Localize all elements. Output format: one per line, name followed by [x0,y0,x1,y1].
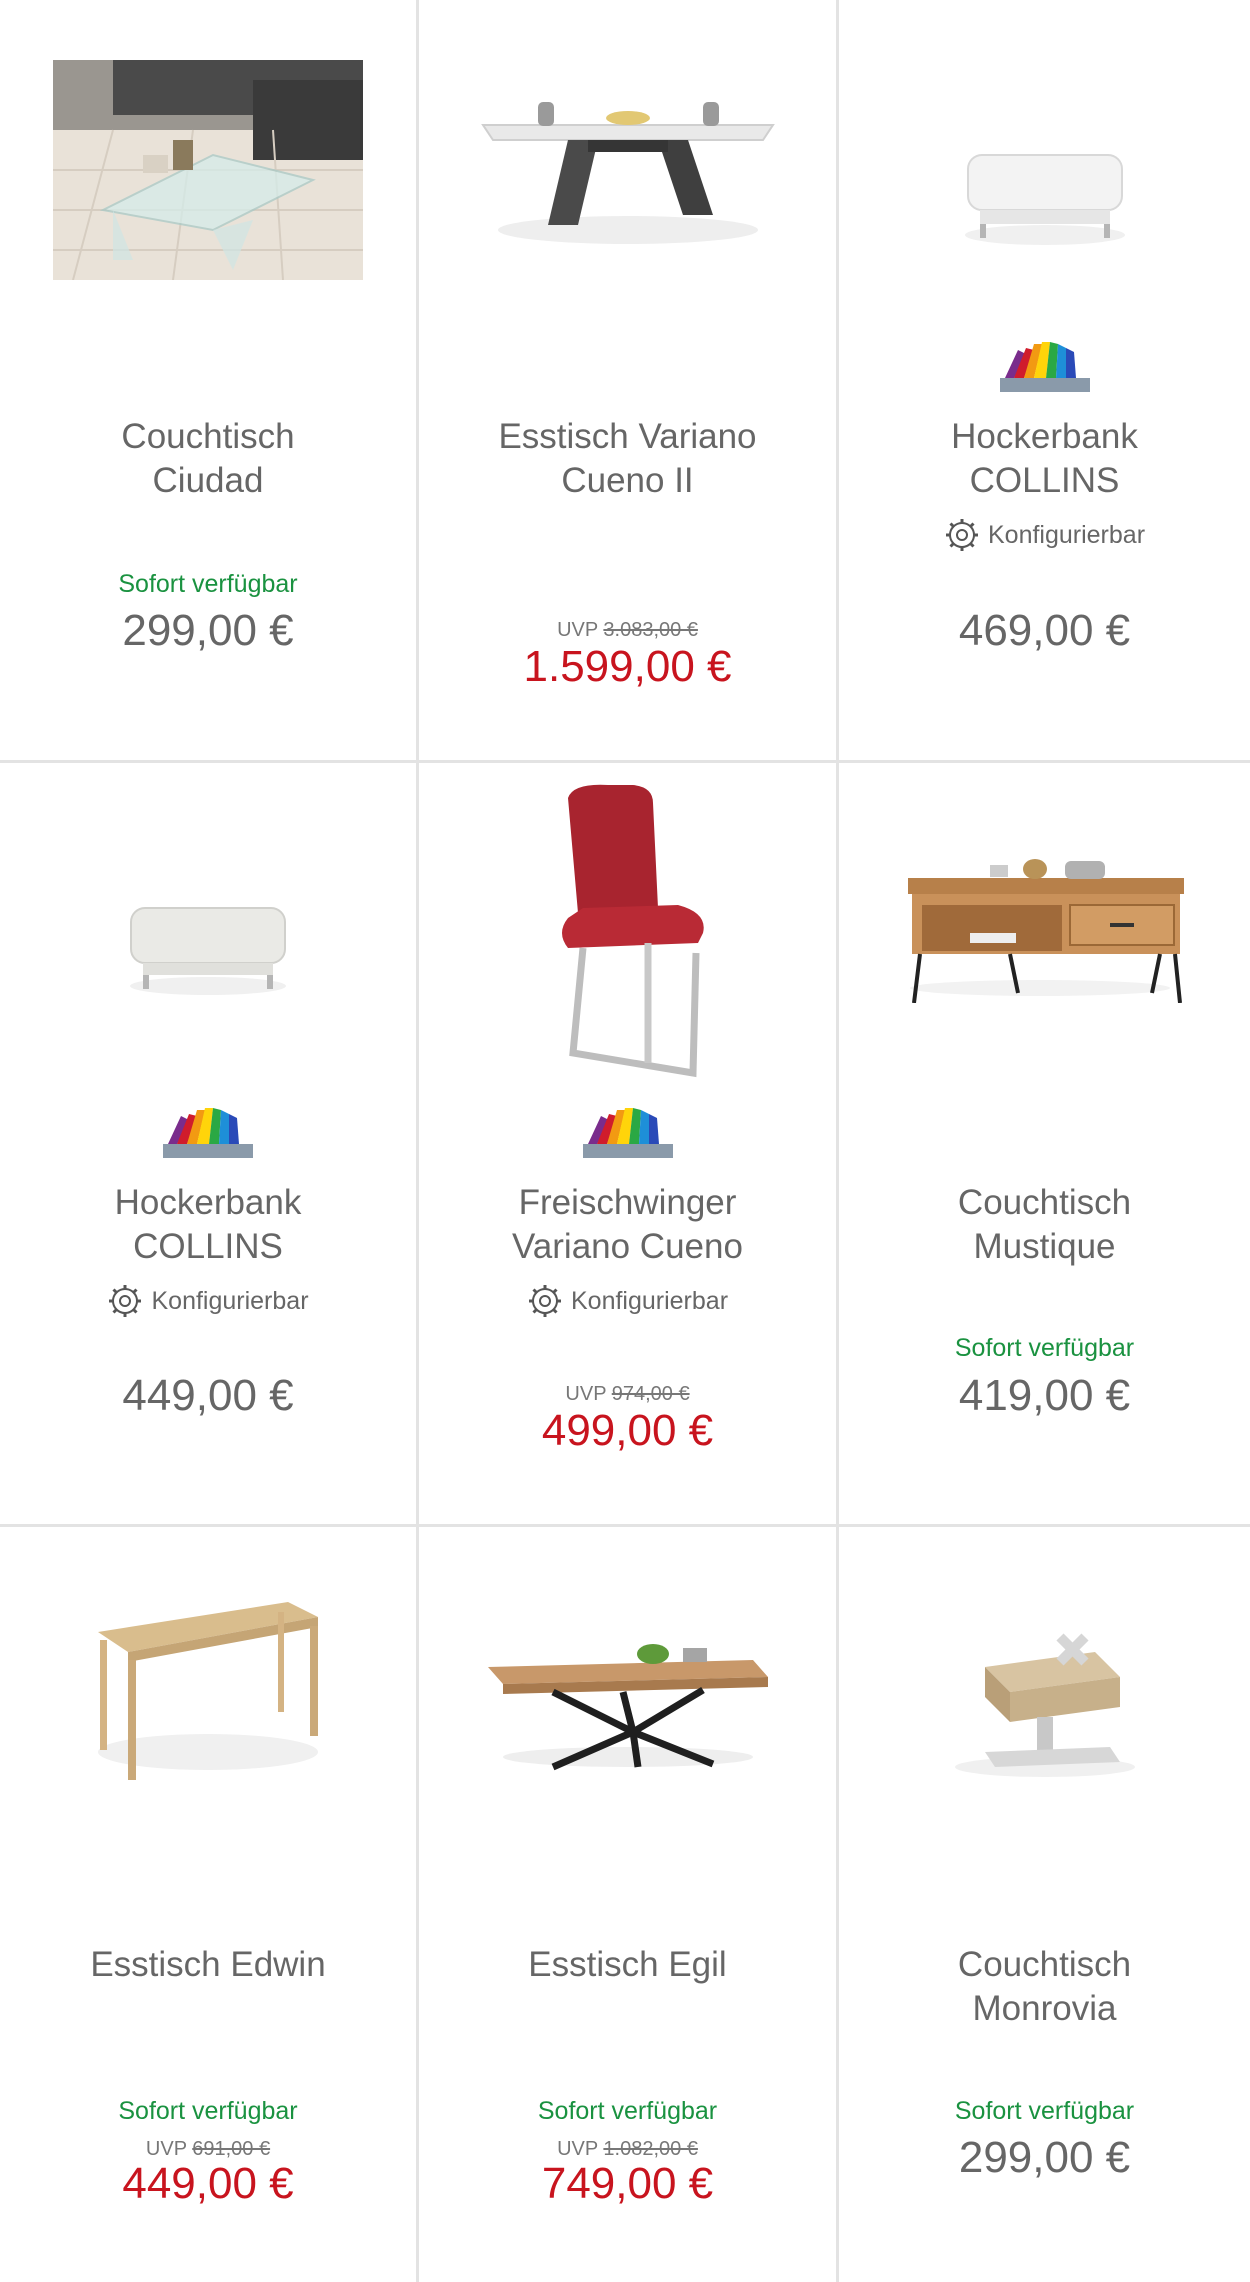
configurable-label: Konfigurierbar [839,517,1250,553]
color-fan-icon [163,1106,253,1163]
availability-label: Sofort verfügbar [118,2097,298,2125]
configurable-text: Konfigurierbar [987,520,1146,549]
product-image[interactable] [839,833,1250,1003]
product-title-line1[interactable]: Couchtisch [859,1943,1230,1987]
availability-label: Sofort verfügbar [537,2097,718,2125]
color-fan-icon [582,1106,673,1163]
product-image[interactable] [0,60,416,280]
product-title-line1[interactable]: Freischwinger [439,1181,816,1225]
product-image[interactable] [419,90,836,250]
configurable-text: Konfigurierbar [570,1286,729,1315]
product-price: 299,00 € [958,2133,1131,2182]
product-card[interactable]: Hockerbank COLLINS Konfigurierbar 469,00… [839,0,1250,763]
product-price: 299,00 € [122,606,294,655]
uvp-label: UVP [565,1383,607,1405]
uvp-price: UVP 974,00 € [419,1383,836,1406]
product-price: 449,00 € [122,2159,294,2208]
product-title-line2[interactable]: Mustique [859,1225,1230,1269]
color-fan-icon [999,340,1090,397]
product-card[interactable]: Esstisch Edwin Sofort verfügbar UVP 691,… [0,1527,419,2282]
uvp-price: UVP 3.083,00 € [419,619,836,642]
product-title-line2[interactable]: COLLINS [859,459,1230,503]
configurable-text: Konfigurierbar [151,1286,309,1315]
product-card[interactable]: Esstisch Variano Cueno II UVP 3.083,00 €… [419,0,839,763]
uvp-price: UVP 1.082,00 € [419,2138,836,2161]
uvp-label: UVP [145,2138,187,2160]
product-title-line2[interactable]: Variano Cueno [439,1225,816,1269]
product-title-line2[interactable]: Cueno II [439,459,816,503]
uvp-value: 3.083,00 € [603,619,698,641]
product-card[interactable]: Hockerbank COLLINS Konfigurierbar 449,00… [0,763,419,1527]
configurable-label: Konfigurierbar [0,1283,416,1319]
product-title-line1[interactable]: Couchtisch [859,1181,1230,1225]
product-image[interactable] [419,783,836,1083]
uvp-label: UVP [557,619,598,641]
uvp-label: UVP [557,2138,598,2160]
availability-label: Sofort verfügbar [954,2097,1135,2125]
product-image[interactable] [419,1632,836,1772]
product-title-line2[interactable]: Monrovia [859,1987,1230,2031]
uvp-value: 974,00 € [611,1383,690,1405]
product-card[interactable]: Couchtisch Mustique Sofort verfügbar 419… [839,763,1250,1527]
product-card[interactable]: Esstisch Egil Sofort verfügbar UVP 1.082… [419,1527,839,2282]
availability-label: Sofort verfügbar [118,570,298,598]
product-title-line1[interactable]: Esstisch Variano [439,415,816,459]
product-title-line2[interactable]: COLLINS [20,1225,396,1269]
product-image[interactable] [0,1592,416,1792]
product-title-line2[interactable]: Ciudad [20,459,396,503]
configurable-label: Konfigurierbar [419,1283,836,1319]
product-image[interactable] [839,1617,1250,1787]
product-title-line1[interactable]: Esstisch Egil [439,1943,816,1987]
product-price: 749,00 € [541,2159,714,2208]
uvp-value: 1.082,00 € [603,2138,698,2160]
gear-icon [945,519,978,551]
product-image[interactable] [0,883,416,1003]
product-price: 449,00 € [122,1371,294,1420]
product-grid: Couchtisch Ciudad Sofort verfügbar 299,0… [0,0,1250,2282]
gear-icon [528,1285,561,1317]
product-title-line1[interactable]: Hockerbank [859,415,1230,459]
product-title-line1[interactable]: Esstisch Edwin [20,1943,396,1987]
product-price: 499,00 € [541,1406,714,1455]
product-title-line1[interactable]: Couchtisch [20,415,396,459]
product-card[interactable]: Freischwinger Variano Cueno Konfigurierb… [419,763,839,1527]
product-price: 1.599,00 € [523,642,732,691]
availability-label: Sofort verfügbar [954,1334,1135,1362]
product-card[interactable]: Couchtisch Monrovia Sofort verfügbar 299… [839,1527,1250,2282]
uvp-price: UVP 691,00 € [0,2138,416,2161]
uvp-value: 691,00 € [192,2138,271,2160]
gear-icon [109,1285,142,1317]
product-image[interactable] [839,130,1250,250]
product-price: 469,00 € [958,606,1131,655]
product-title-line1[interactable]: Hockerbank [20,1181,396,1225]
product-card[interactable]: Couchtisch Ciudad Sofort verfügbar 299,0… [0,0,419,763]
product-price: 419,00 € [958,1371,1131,1420]
